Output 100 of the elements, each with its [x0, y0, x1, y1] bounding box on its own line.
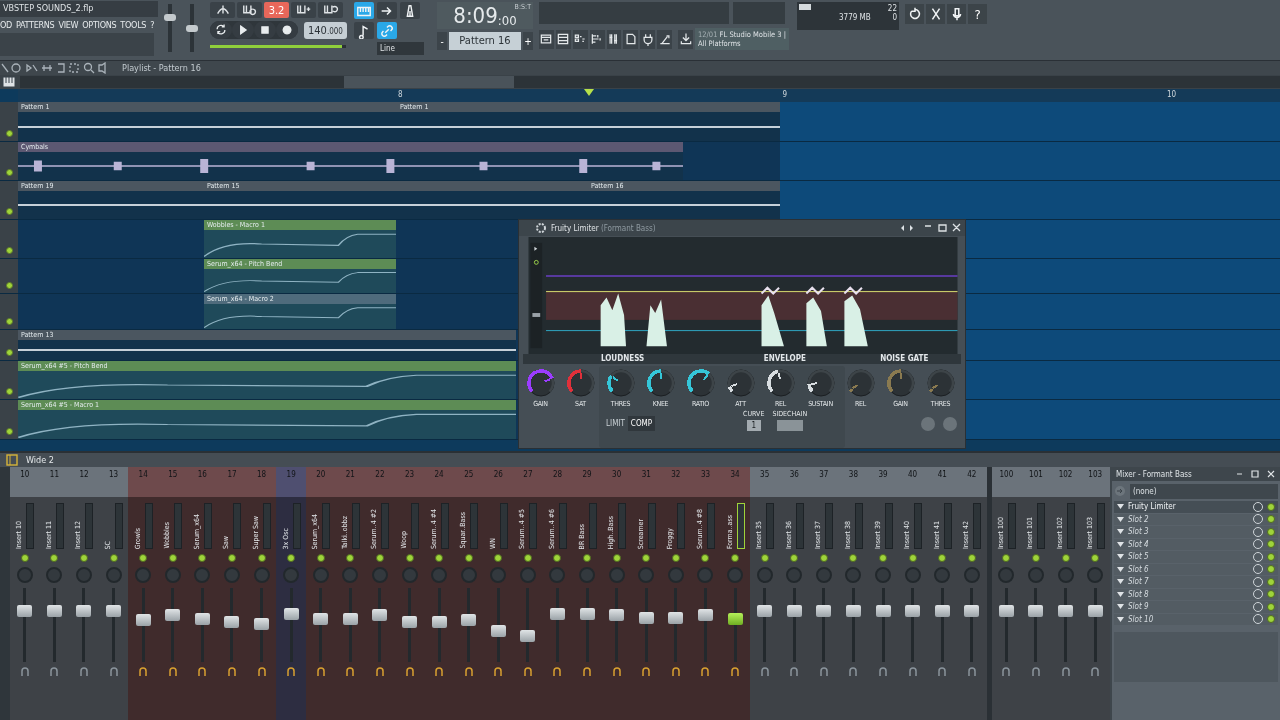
insert-enable-led[interactable]: [879, 554, 887, 562]
route-icon[interactable]: [405, 667, 414, 677]
window-button[interactable]: [623, 29, 639, 49]
route-icon[interactable]: [849, 667, 858, 677]
input-dropdown[interactable]: (none): [1130, 483, 1278, 499]
route-icon[interactable]: [80, 667, 88, 677]
insert-enable-led[interactable]: [168, 554, 177, 562]
loop-button[interactable]: [210, 21, 232, 39]
toolbar-button[interactable]: [237, 2, 262, 18]
insert-enable-led[interactable]: [435, 554, 444, 562]
menu-item[interactable]: OPTIONS: [82, 20, 117, 30]
route-icon[interactable]: [612, 667, 621, 677]
slot-enable-led[interactable]: [1267, 515, 1275, 524]
insert-enable-led[interactable]: [612, 554, 621, 562]
sidechain-field[interactable]: [776, 420, 803, 431]
horizontal-scrollbar[interactable]: [20, 76, 1280, 88]
menu-item[interactable]: ?: [150, 20, 155, 30]
mode-tab[interactable]: LIMIT: [603, 416, 628, 431]
route-icon[interactable]: [20, 667, 29, 677]
route-icon[interactable]: [435, 667, 444, 677]
route-icon[interactable]: [464, 667, 473, 677]
route-icon[interactable]: [790, 667, 799, 677]
effect-slot[interactable]: Slot 7: [1114, 576, 1278, 588]
insert-enable-led[interactable]: [494, 554, 503, 562]
window-button[interactable]: [606, 29, 622, 49]
insert-enable-led[interactable]: [967, 554, 976, 562]
knob[interactable]: [725, 368, 756, 398]
effect-slot[interactable]: Fruity Limiter: [1114, 501, 1278, 513]
insert-enable-led[interactable]: [819, 554, 828, 562]
next-pattern-button[interactable]: +: [523, 32, 533, 50]
toolbar-button[interactable]: [354, 22, 374, 39]
window-controls-icon[interactable]: [1236, 470, 1276, 478]
insert-enable-led[interactable]: [583, 554, 592, 562]
route-icon[interactable]: [198, 667, 207, 677]
track-mute-led[interactable]: [5, 282, 13, 289]
slot-enable-led[interactable]: [1267, 540, 1275, 549]
toolbar-button[interactable]: [400, 2, 420, 19]
insert-enable-led[interactable]: [849, 554, 858, 562]
insert-enable-led[interactable]: [287, 554, 296, 562]
insert-enable-led[interactable]: [139, 554, 148, 562]
route-icon[interactable]: [1032, 667, 1040, 677]
mode-tab[interactable]: COMP: [627, 416, 656, 431]
insert-enable-led[interactable]: [731, 554, 740, 562]
slot-enable-led[interactable]: [1267, 602, 1275, 611]
effect-slot[interactable]: Slot 5: [1114, 551, 1278, 563]
toolbar-button[interactable]: [905, 4, 924, 24]
menu-item[interactable]: TOOLS: [120, 20, 147, 30]
track-mute-led[interactable]: [5, 349, 13, 356]
insert-enable-led[interactable]: [316, 554, 325, 562]
menu-item[interactable]: PATTERNS: [16, 20, 55, 30]
effect-slot[interactable]: Slot 2: [1114, 513, 1278, 525]
gear-icon[interactable]: [535, 222, 547, 234]
effect-slot[interactable]: Slot 9: [1114, 601, 1278, 613]
route-icon[interactable]: [731, 667, 740, 677]
route-icon[interactable]: [109, 667, 118, 677]
route-icon[interactable]: [375, 667, 384, 677]
insert-enable-led[interactable]: [198, 554, 207, 562]
insert-enable-led[interactable]: [50, 554, 59, 562]
track-mute-led[interactable]: [5, 428, 13, 435]
toolbar-button[interactable]: [926, 4, 945, 24]
toolbar-button[interactable]: [947, 4, 966, 24]
toolbar-button[interactable]: ?: [968, 4, 987, 24]
snap-dropdown[interactable]: Line: [377, 42, 424, 55]
playlist-title[interactable]: Playlist - Pattern 16: [122, 63, 201, 73]
route-icon[interactable]: [671, 667, 680, 677]
route-icon[interactable]: [701, 667, 710, 677]
play-button[interactable]: [232, 21, 254, 39]
track-mute-led[interactable]: [5, 318, 13, 325]
mixer-layout-icon[interactable]: [6, 454, 18, 466]
slot-enable-led[interactable]: [1267, 590, 1275, 599]
track-mute-led[interactable]: [5, 169, 13, 176]
slot-enable-led[interactable]: [1267, 552, 1275, 561]
window-button[interactable]: [640, 29, 656, 49]
slot-enable-led[interactable]: [1267, 577, 1275, 586]
tempo-field[interactable]: 140.000: [304, 21, 347, 39]
menu-item[interactable]: OD: [0, 20, 12, 30]
piano-icon[interactable]: [2, 76, 16, 88]
mixer-preset-dropdown[interactable]: Wide 2: [26, 455, 54, 465]
route-icon[interactable]: [227, 667, 236, 677]
insert-enable-led[interactable]: [227, 554, 236, 562]
insert-enable-led[interactable]: [109, 554, 118, 562]
window-button[interactable]: [589, 29, 605, 49]
curve-field[interactable]: 1: [746, 420, 761, 431]
route-icon[interactable]: [316, 667, 325, 677]
toolbar-button[interactable]: [291, 2, 316, 18]
insert-enable-led[interactable]: [553, 554, 562, 562]
route-icon[interactable]: [967, 667, 976, 677]
route-icon[interactable]: [50, 667, 59, 677]
knob[interactable]: [765, 368, 796, 398]
slot-enable-led[interactable]: [1267, 615, 1275, 624]
route-icon[interactable]: [760, 667, 769, 677]
insert-enable-led[interactable]: [1091, 554, 1100, 562]
knob[interactable]: [645, 368, 676, 398]
insert-enable-led[interactable]: [346, 554, 355, 562]
menu-item[interactable]: VIEW: [58, 20, 79, 30]
window-button[interactable]: [572, 29, 588, 49]
insert-enable-led[interactable]: [375, 554, 384, 562]
slot-enable-led[interactable]: [1267, 502, 1275, 511]
effect-slot[interactable]: Slot 6: [1114, 563, 1278, 575]
insert-enable-led[interactable]: [1032, 554, 1040, 562]
